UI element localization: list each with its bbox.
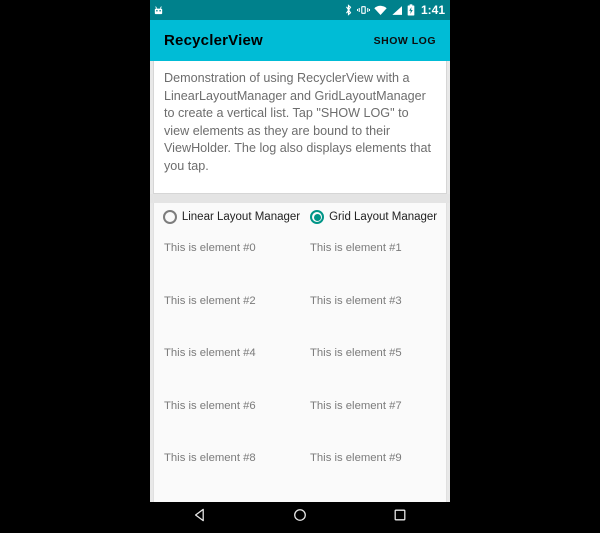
list-item[interactable]: This is element #10	[154, 494, 300, 502]
grid-row: This is element #6 This is element #7	[154, 389, 446, 442]
phone-screen: 1:41 RecyclerView SHOW LOG Demonstration…	[150, 0, 450, 533]
grid-row: This is element #8 This is element #9	[154, 441, 446, 494]
android-debug-icon	[153, 5, 164, 16]
radio-linear-layout-manager[interactable]: Linear Layout Manager	[162, 210, 301, 224]
radio-checked-icon[interactable]	[310, 210, 325, 224]
app-title: RecyclerView	[164, 32, 263, 49]
status-bar-system-icons: 1:41	[344, 3, 445, 17]
list-item-label: This is element #2	[164, 294, 256, 307]
back-icon	[192, 507, 208, 528]
nav-home-button[interactable]	[272, 502, 328, 533]
list-item[interactable]: This is element #3	[300, 284, 446, 337]
recycler-view-container: Linear Layout Manager Grid Layout Manage…	[153, 203, 447, 502]
list-item-label: This is element #1	[310, 242, 402, 254]
description-text: Demonstration of using RecyclerView with…	[164, 71, 431, 173]
list-item[interactable]: This is element #11	[300, 494, 446, 502]
status-bar-notifications	[153, 5, 164, 16]
app-bar: RecyclerView SHOW LOG	[150, 20, 450, 61]
radio-unchecked-icon[interactable]	[162, 210, 177, 224]
show-log-button[interactable]: SHOW LOG	[372, 31, 438, 51]
android-navigation-bar	[150, 502, 450, 533]
nav-back-button[interactable]	[172, 502, 228, 533]
bluetooth-icon	[344, 4, 353, 16]
element-grid[interactable]: This is element #0 This is element #1 Th…	[154, 231, 446, 502]
status-bar: 1:41	[150, 0, 450, 20]
list-item[interactable]: This is element #7	[300, 389, 446, 442]
list-item-label: This is element #0	[164, 242, 256, 254]
list-item[interactable]: This is element #0	[154, 231, 300, 284]
main-content: Demonstration of using RecyclerView with…	[150, 61, 450, 502]
list-item[interactable]: This is element #5	[300, 336, 446, 389]
nav-recents-button[interactable]	[372, 502, 428, 533]
radio-grid-label: Grid Layout Manager	[329, 211, 438, 223]
home-icon	[292, 507, 308, 528]
screenshot-canvas: 1:41 RecyclerView SHOW LOG Demonstration…	[0, 0, 600, 533]
grid-row: This is element #2 This is element #3	[154, 284, 446, 337]
description-card: Demonstration of using RecyclerView with…	[153, 61, 447, 194]
grid-row: This is element #4 This is element #5	[154, 336, 446, 389]
section-divider	[150, 194, 450, 203]
list-item[interactable]: This is element #4	[154, 336, 300, 389]
layout-manager-radio-group: Linear Layout Manager Grid Layout Manage…	[154, 203, 446, 231]
list-item-label: This is element #6	[164, 399, 256, 412]
list-item[interactable]: This is element #2	[154, 284, 300, 337]
battery-icon	[407, 4, 415, 16]
wifi-icon	[374, 5, 387, 16]
list-item-label: This is element #8	[164, 452, 256, 465]
list-item[interactable]: This is element #1	[300, 231, 446, 284]
list-item-label: This is element #5	[310, 347, 402, 360]
grid-row: This is element #10 This is element #11	[154, 494, 446, 502]
list-item-label: This is element #9	[310, 452, 402, 465]
radio-grid-layout-manager[interactable]: Grid Layout Manager	[310, 210, 437, 224]
list-item[interactable]: This is element #9	[300, 441, 446, 494]
vibrate-icon	[356, 4, 370, 16]
list-item[interactable]: This is element #6	[154, 389, 300, 442]
grid-row: This is element #0 This is element #1	[154, 231, 446, 284]
list-item-label: This is element #3	[310, 294, 402, 307]
cell-signal-icon	[391, 5, 403, 16]
list-item-label: This is element #7	[310, 399, 402, 412]
list-item-label: This is element #4	[164, 347, 256, 360]
recents-icon	[392, 507, 408, 528]
status-bar-clock: 1:41	[420, 3, 445, 17]
radio-linear-label: Linear Layout Manager	[181, 211, 301, 223]
list-item[interactable]: This is element #8	[154, 441, 300, 494]
